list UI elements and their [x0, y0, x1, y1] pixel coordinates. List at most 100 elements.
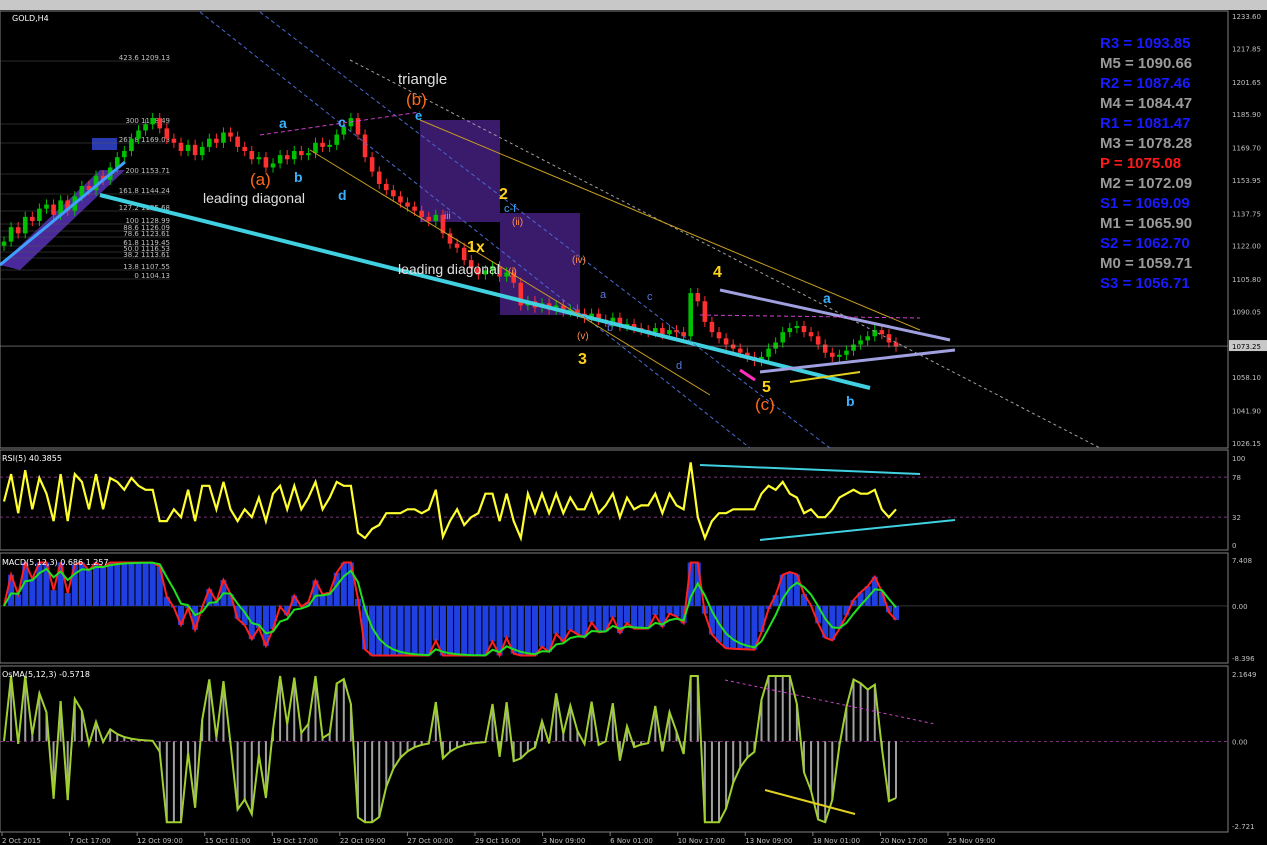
fib-label: 38.2 1113.61 [123, 251, 170, 259]
indicator-tick: 32 [1232, 514, 1241, 522]
candle-body [122, 151, 127, 158]
date-tick: 22 Oct 09:00 [340, 837, 386, 845]
pivot-label: M3 = 1078.28 [1100, 135, 1192, 152]
candle-body [865, 336, 870, 341]
macd-bar [404, 605, 411, 656]
macd-bar [397, 605, 404, 656]
candle-body [808, 332, 814, 337]
macd-bar [85, 570, 92, 606]
candle-body [829, 352, 835, 357]
candle-body [794, 325, 800, 329]
candle-body [164, 128, 170, 139]
candle-body [369, 157, 375, 172]
fib-label: 78.6 1123.61 [123, 230, 170, 238]
pivot-label: R3 = 1093.85 [1100, 35, 1191, 52]
candle-body [8, 227, 14, 242]
candle-body [426, 216, 432, 222]
macd-bar [383, 605, 390, 656]
label-c2: c [647, 291, 653, 303]
label-a2: a [600, 289, 607, 301]
candle-body [22, 216, 28, 234]
macd-bar [631, 605, 638, 629]
date-tick: 3 Nov 09:00 [543, 837, 586, 845]
price-tick: 1090.05 [1232, 308, 1261, 316]
price-tick: 1153.95 [1232, 177, 1261, 185]
gold-h4-chart: 423.6 1209.13300 1178.49261.8 1169.03200… [0, 10, 1267, 845]
date-tick: 18 Nov 01:00 [813, 837, 860, 845]
candle-body [44, 204, 49, 209]
price-tick: 1201.65 [1232, 79, 1261, 87]
candle-body [136, 130, 141, 139]
pivot-label: S1 = 1069.09 [1100, 195, 1190, 212]
candle-body [780, 332, 786, 343]
candle-body [249, 151, 255, 160]
macd-bar [135, 562, 142, 606]
candle-body [192, 144, 198, 156]
macd-bar [517, 605, 524, 656]
macd-bar [376, 605, 383, 656]
macd-bar [50, 590, 57, 606]
fib-label: 161.8 1144.24 [119, 187, 171, 195]
macd-bar [461, 605, 468, 656]
macd-bar [93, 562, 100, 606]
macd-bar [149, 562, 156, 606]
macd-bar [29, 578, 36, 606]
candle-body [858, 340, 863, 345]
macd-bar [411, 605, 418, 656]
fib-label: 200 1153.71 [125, 167, 170, 175]
label-triangle: triangle [398, 71, 447, 88]
date-tick: 13 Nov 09:00 [745, 837, 792, 845]
label-leading-diagonal-1: leading diagonal [203, 190, 305, 206]
candle-body [419, 210, 424, 217]
macd-bar [447, 605, 453, 656]
macd-bar [524, 605, 531, 656]
fib-highlight [92, 138, 117, 150]
candle-body [851, 344, 856, 351]
candle-body [433, 214, 439, 222]
candle-body [730, 344, 736, 349]
candle-body [313, 142, 318, 154]
candle-body [51, 204, 56, 215]
candle-body [362, 134, 368, 158]
macd-bar [425, 605, 432, 656]
candle-body [263, 157, 269, 168]
label-wave-4: 4 [713, 264, 722, 281]
label-b1: b [294, 169, 303, 185]
macd-bar [730, 605, 737, 649]
candle-body [801, 325, 807, 333]
date-tick: 2 Oct 2015 [2, 837, 41, 845]
macd-bar [64, 593, 71, 606]
candle-body [277, 155, 283, 164]
pivot-label: R2 = 1087.46 [1100, 75, 1191, 92]
pivot-label: R1 = 1081.47 [1100, 115, 1191, 132]
indicator-tick: 2.1649 [1232, 671, 1257, 679]
candle-body [178, 142, 184, 152]
label-e1: e [415, 108, 422, 123]
candle-body [157, 118, 163, 129]
macd-bar [432, 605, 439, 641]
label-wave-b: (b) [406, 90, 427, 109]
label-b2: b [607, 322, 613, 334]
candle-body [256, 157, 262, 160]
indicator-tick: 78 [1232, 474, 1241, 482]
candle-body [376, 171, 382, 184]
candle-body [660, 328, 665, 335]
candle-body [327, 144, 332, 147]
candle-body [214, 138, 219, 143]
fib-label: 300 1178.49 [125, 117, 170, 125]
macd-bar [475, 605, 482, 656]
candle-body [688, 293, 693, 337]
candle-body [284, 155, 290, 160]
pivot-label: M0 = 1059.71 [1100, 255, 1192, 272]
macd-title: MACD(5,12,3) 0.686 1.257 [2, 558, 109, 567]
macd-bar [489, 605, 496, 642]
indicator-tick: -2.721 [1232, 823, 1255, 831]
indicator-tick: 0.00 [1232, 738, 1248, 746]
current-price-value: 1073.25 [1232, 343, 1261, 351]
label-leading-diagonal-2: leading diagonal [398, 261, 500, 277]
label-v: (v) [577, 331, 589, 342]
pivot-label: M5 = 1090.66 [1100, 55, 1192, 72]
candle-body [667, 330, 672, 335]
label-a3: a [823, 290, 831, 306]
macd-bar [454, 605, 461, 656]
